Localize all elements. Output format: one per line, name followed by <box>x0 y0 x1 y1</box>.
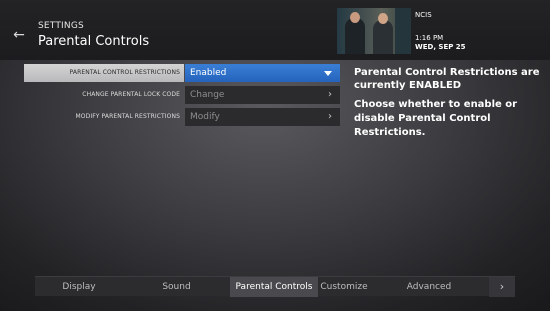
settings-tab-bar: Display Sound Parental Controls Customiz… <box>35 276 515 297</box>
setting-label: MODIFY PARENTAL RESTRICTIONS <box>75 113 180 120</box>
setting-row-lock-code[interactable]: CHANGE PARENTAL LOCK CODE Change › <box>24 86 340 104</box>
chevron-right-icon: › <box>328 111 332 122</box>
tab-parental-controls[interactable]: Parental Controls <box>230 277 318 297</box>
modify-restrictions-button[interactable]: Modify › <box>185 108 340 126</box>
setting-label: PARENTAL CONTROL RESTRICTIONS <box>24 64 184 82</box>
now-playing-title: NCIS <box>415 11 432 19</box>
arrow-left-icon[interactable]: ← <box>9 25 29 45</box>
change-lock-code-button[interactable]: Change › <box>185 86 340 104</box>
tab-display[interactable]: Display <box>35 277 123 297</box>
header-bar: ← SETTINGS Parental Controls NCIS 1:16 P… <box>0 0 550 60</box>
setting-label: CHANGE PARENTAL LOCK CODE <box>82 91 180 98</box>
chevron-right-icon: › <box>328 89 332 100</box>
tab-customize[interactable]: Customize <box>318 277 370 297</box>
page-title: Parental Controls <box>38 34 150 49</box>
dropdown-value: Enabled <box>190 68 227 78</box>
setting-row-restrictions[interactable]: PARENTAL CONTROL RESTRICTIONS Enabled <box>24 64 340 82</box>
restrictions-dropdown[interactable]: Enabled <box>185 64 340 82</box>
section-label: SETTINGS <box>38 21 84 31</box>
tab-sound[interactable]: Sound <box>123 277 230 297</box>
info-heading: Parental Control Restrictions are curren… <box>354 67 540 91</box>
button-label: Change <box>190 90 225 100</box>
info-description: Choose whether to enable or disable Pare… <box>354 99 518 138</box>
current-time: 1:16 PM <box>415 34 444 42</box>
current-date: WED, SEP 25 <box>415 43 466 51</box>
setting-row-modify[interactable]: MODIFY PARENTAL RESTRICTIONS Modify › <box>24 108 340 126</box>
button-label: Modify <box>190 112 220 122</box>
now-playing-thumbnail[interactable] <box>337 8 411 54</box>
caret-down-icon <box>324 71 332 76</box>
tab-advanced[interactable]: Advanced <box>370 277 488 297</box>
chevron-right-icon[interactable]: › <box>489 277 515 297</box>
